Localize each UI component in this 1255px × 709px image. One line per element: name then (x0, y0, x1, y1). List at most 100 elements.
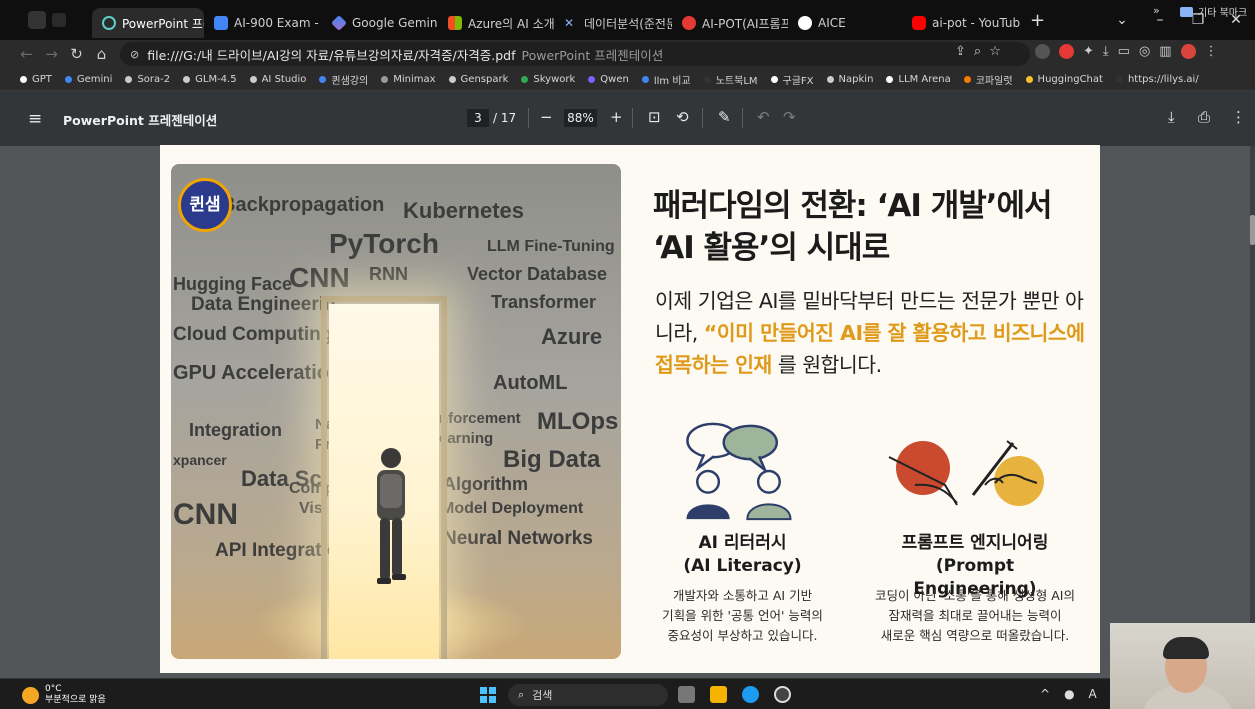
bookmarks-overflow-icon[interactable]: » (1153, 4, 1160, 17)
extension-icon[interactable] (1059, 44, 1074, 59)
file-explorer-icon[interactable] (710, 686, 727, 703)
task-view-icon[interactable] (678, 686, 695, 703)
bookmark-favicon-icon (588, 75, 596, 83)
taskbar-search[interactable]: ⌕ 검색 (508, 684, 668, 706)
illustration-word: Model Deployment (441, 500, 584, 517)
scrollbar-thumb[interactable] (1250, 215, 1255, 245)
windows-taskbar: 0°C 부분적으로 맑음 ⌕ 검색 ^ ● A (0, 678, 1255, 709)
bookmark-item[interactable]: Qwen (588, 74, 629, 85)
bookmark-item[interactable]: AI Studio (249, 74, 306, 85)
print-icon[interactable]: ⎙ (1198, 108, 1210, 126)
chrome-icon[interactable] (774, 686, 791, 703)
tab-youtube[interactable]: ai-pot - YouTube (902, 8, 1020, 38)
reload-icon[interactable]: ↻ (64, 45, 89, 63)
bookmark-item[interactable]: HuggingChat (1025, 74, 1103, 85)
share-icon[interactable]: ⇪ (955, 44, 966, 59)
tab-gemini[interactable]: Google Gemini (322, 8, 438, 38)
zoom-in-icon[interactable]: + (610, 108, 623, 126)
extension-icon[interactable] (1035, 44, 1050, 59)
download-icon[interactable]: ⤓ (1103, 44, 1109, 59)
input-language-icon[interactable]: A (1089, 687, 1097, 701)
bookmark-favicon-icon (770, 75, 778, 83)
slide-lead-text: 이제 기업은 AI를 밑바닥부터 만드는 전문가 뿐만 아니라, “이미 만들어… (655, 285, 1085, 381)
forward-icon[interactable]: → (39, 45, 64, 63)
new-tab-button[interactable]: + (1020, 10, 1055, 31)
bookmark-item[interactable]: llm 비교 (641, 72, 691, 87)
screenshot-icon[interactable]: ◎ (1139, 44, 1150, 59)
bookmark-item[interactable]: 노트북LM (703, 72, 758, 87)
minimize-icon[interactable]: – (1141, 12, 1179, 28)
bookmark-label: 노트북LM (715, 75, 758, 87)
tab-label: AI-900 Exam - Fre (234, 16, 322, 30)
zoom-input[interactable]: 88% (564, 109, 597, 127)
bookmark-item[interactable]: 구글FX (770, 72, 814, 87)
bookmark-item[interactable]: LLM Arena (886, 74, 951, 85)
windows-start-icon[interactable] (480, 687, 496, 703)
tab-data-analysis[interactable]: ✕ 데이터분석(준전문 (554, 8, 672, 38)
bookmark-item[interactable]: GLM-4.5 (183, 74, 237, 85)
sidebar-menu-icon[interactable]: ≡ (28, 109, 42, 129)
bookmark-item[interactable]: Skywork (521, 74, 575, 85)
pdf-page: Backpropagation Kubernetes PyTorch LLM Fine… (160, 145, 1100, 673)
bookmark-item[interactable]: 퀸샘강의 (319, 72, 368, 87)
bookmark-item[interactable]: Sora-2 (125, 74, 170, 85)
tab-list-icon[interactable]: ⌄ (1103, 12, 1141, 28)
back-icon[interactable]: ← (14, 45, 39, 63)
annotate-icon[interactable]: ✎ (718, 108, 731, 126)
system-tray: ^ ● A (1040, 687, 1097, 701)
bookmark-item[interactable]: Genspark (448, 74, 508, 85)
browser-menu-icon[interactable]: ⋮ (1205, 44, 1218, 59)
zoom-out-icon[interactable]: − (540, 108, 553, 126)
fit-page-icon[interactable]: ⊡ (648, 108, 661, 126)
site-info-icon[interactable]: ⊘ (130, 48, 139, 61)
address-bar[interactable]: ⊘ file:///G:/내 드라이브/AI강의 자료/유튜브강의자료/자격증/… (120, 42, 1030, 66)
card-desc-line: 기획을 위한 '공통 언어' 능력의 (662, 608, 823, 623)
bookmark-item[interactable]: 코파일럿 (963, 72, 1013, 87)
profile-avatar[interactable] (1180, 44, 1196, 59)
bookmark-item[interactable]: https://lilys.ai/ (1115, 74, 1199, 85)
microphone-icon[interactable]: ● (1064, 687, 1074, 701)
bookmark-favicon-icon (448, 75, 456, 83)
bookmark-item[interactable]: Minimax (381, 74, 436, 85)
tab-azure[interactable]: Azure의 AI 소개 - (438, 8, 554, 38)
tab-powerpoint[interactable]: PowerPoint 프레젠 (92, 8, 204, 38)
bookmark-item[interactable]: Napkin (826, 74, 873, 85)
tab-ai900[interactable]: AI-900 Exam - Fre (204, 8, 322, 38)
weather-widget[interactable]: 0°C 부분적으로 맑음 (22, 684, 106, 706)
zoom-icon[interactable]: ⌕ (974, 44, 981, 59)
walking-person-figure (377, 448, 406, 584)
download-pdf-icon[interactable]: ⤓ (1168, 108, 1175, 126)
redo-icon[interactable]: ↷ (783, 108, 796, 126)
illustration-word: Algorithm (443, 474, 528, 494)
card-desc-line: 코딩이 아닌 '소통'을 통해 생성형 AI의 (875, 588, 1075, 603)
rotate-icon[interactable]: ⟲ (676, 108, 689, 126)
tab-ai-pot[interactable]: AI-POT(AI프롬프트 (672, 8, 788, 38)
illustration-word: Hugging Face (173, 274, 293, 294)
bookmark-label: llm 비교 (653, 75, 691, 87)
side-panel-icon[interactable]: ▥ (1159, 44, 1171, 59)
home-icon[interactable]: ⌂ (89, 45, 114, 63)
tab-search-icon[interactable] (52, 13, 66, 27)
cast-icon[interactable]: ▭ (1118, 44, 1130, 59)
more-options-icon[interactable]: ⋮ (1231, 108, 1246, 126)
webcam-overlay (1110, 623, 1255, 709)
bookmark-item[interactable]: Gemini (64, 74, 112, 85)
page-number-input[interactable]: 3 (467, 109, 489, 127)
slide-heading: 패러다임의 전환: ‘AI 개발’에서 ‘AI 활용’의 시대로 (653, 185, 1083, 269)
page-total: / 17 (493, 111, 517, 125)
card-title-line: (AI Literacy) (683, 556, 802, 576)
undo-icon[interactable]: ↶ (757, 108, 770, 126)
tab-label: AICE (818, 16, 846, 30)
card-literacy-title: AI 리터러시 (AI Literacy) (655, 532, 830, 578)
extensions-puzzle-icon[interactable]: ✦ (1083, 44, 1094, 59)
kaggle-icon: ✕ (564, 16, 575, 30)
bookmark-star-icon[interactable]: ☆ (989, 44, 1001, 59)
tab-aice[interactable]: AICE (788, 8, 902, 38)
tray-overflow-icon[interactable]: ^ (1040, 687, 1050, 701)
bookmark-favicon-icon (319, 75, 327, 83)
presenter-hair (1163, 637, 1209, 659)
app-bird-icon[interactable] (742, 686, 759, 703)
search-label: 검색 (532, 689, 553, 702)
bookmark-item[interactable]: GPT (20, 74, 52, 85)
bookmark-folder-other[interactable]: 기타 북마크 (1180, 4, 1247, 19)
